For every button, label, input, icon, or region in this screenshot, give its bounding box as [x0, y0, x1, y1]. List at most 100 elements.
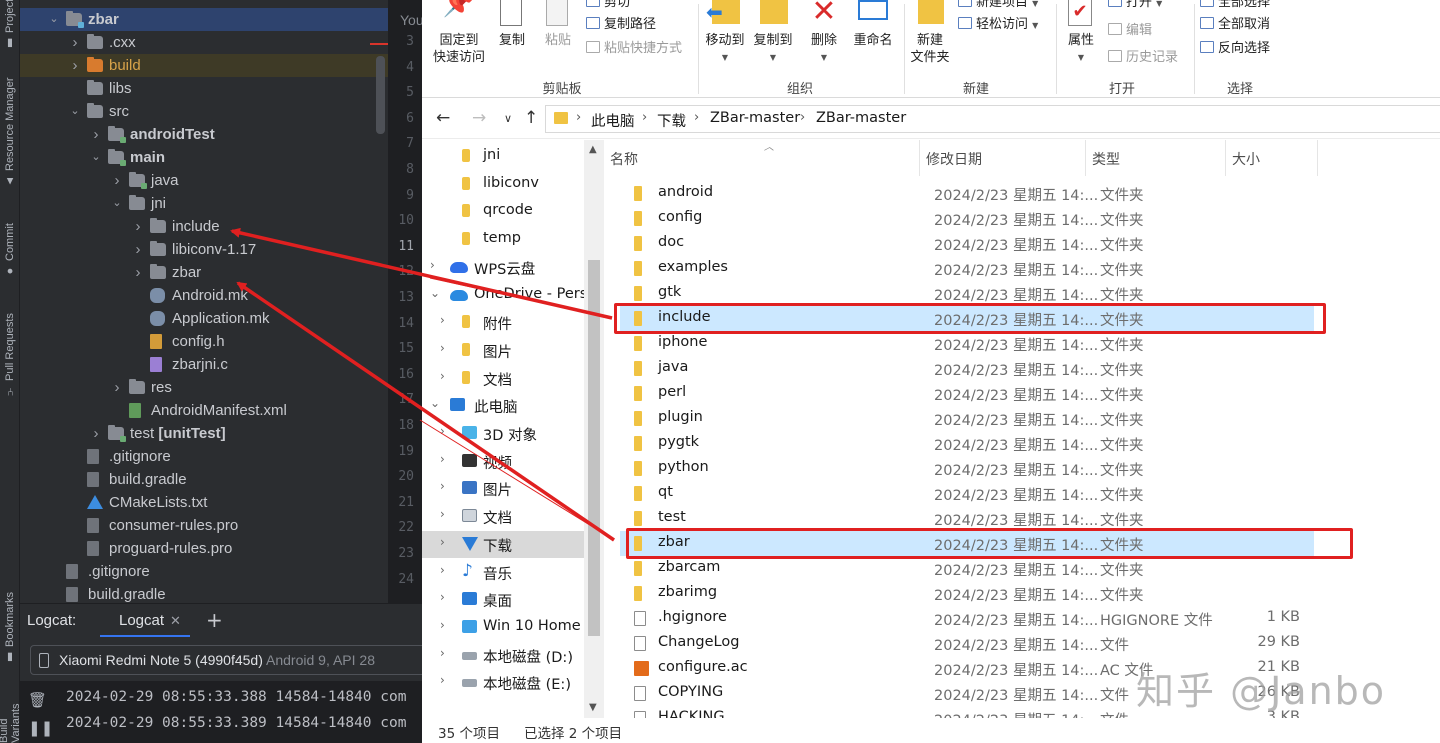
- tree-item[interactable]: zbarjni.c: [20, 353, 388, 376]
- file-row[interactable]: config 2024/2/23 星期五 14:... 文件夹: [620, 206, 1314, 231]
- chevron-right-icon[interactable]: ›: [440, 618, 445, 632]
- chevron-right-icon[interactable]: ›: [440, 535, 445, 549]
- navigation-pane[interactable]: › 本地磁盘 (E:) › 本地磁盘 (D:) › Win 10 Home C › 桌面 › ♪ 音…: [422, 140, 604, 718]
- delete-button[interactable]: ✕ 删除 ▼: [806, 0, 842, 66]
- chevron-down-icon[interactable]: ⌄: [111, 192, 123, 215]
- nav-item[interactable]: qrcode: [422, 198, 584, 225]
- nav-item[interactable]: ⌄ OneDrive - Perso: [422, 282, 596, 309]
- tree-item[interactable]: libs: [20, 77, 388, 100]
- history-button[interactable]: 历史记录: [1108, 49, 1178, 66]
- recent-chevron-down-icon[interactable]: ∨: [504, 112, 512, 125]
- tree-item[interactable]: › res: [20, 376, 388, 399]
- forward-arrow-icon[interactable]: →: [472, 108, 486, 128]
- paste-shortcut-button[interactable]: 粘贴快捷方式: [586, 40, 682, 57]
- column-header-size[interactable]: 大小: [1226, 140, 1318, 176]
- tree-item[interactable]: › androidTest: [20, 123, 388, 146]
- tree-item[interactable]: › zbar: [20, 261, 388, 284]
- back-arrow-icon[interactable]: ←: [436, 108, 450, 128]
- file-row[interactable]: java 2024/2/23 星期五 14:... 文件夹: [620, 356, 1314, 381]
- paste-button[interactable]: 粘贴: [540, 0, 576, 49]
- chevron-right-icon[interactable]: ›: [111, 376, 123, 399]
- chevron-right-icon[interactable]: ›: [90, 123, 102, 146]
- copy-path-button[interactable]: 复制路径: [586, 16, 656, 33]
- chevron-down-icon[interactable]: ⌄: [430, 286, 440, 300]
- scroll-up-icon[interactable]: ▲: [589, 144, 597, 155]
- tree-item[interactable]: ⌄ src: [20, 100, 388, 123]
- tree-item[interactable]: ⌄ main: [20, 146, 388, 169]
- breadcrumb-this-pc[interactable]: 此电脑: [591, 110, 635, 131]
- tree-item[interactable]: .gitignore: [20, 445, 388, 468]
- chevron-right-icon[interactable]: ›: [440, 452, 445, 466]
- nav-item[interactable]: › ♪ 音乐: [422, 559, 584, 586]
- tree-item[interactable]: › libiconv-1.17: [20, 238, 388, 261]
- chevron-down-icon[interactable]: ⌄: [430, 396, 440, 410]
- chevron-right-icon[interactable]: ›: [440, 563, 445, 577]
- chevron-right-icon[interactable]: ›: [132, 215, 144, 238]
- select-none-button[interactable]: 全部取消: [1200, 16, 1270, 33]
- tree-item[interactable]: AndroidManifest.xml: [20, 399, 388, 422]
- nav-item[interactable]: › 附件: [422, 309, 584, 336]
- tree-item[interactable]: › .cxx: [20, 31, 388, 54]
- edit-button[interactable]: 编辑: [1108, 22, 1152, 39]
- file-row[interactable]: pygtk 2024/2/23 星期五 14:... 文件夹: [620, 431, 1314, 456]
- nav-item[interactable]: ⌄ 此电脑: [422, 392, 584, 419]
- nav-item[interactable]: › 图片: [422, 337, 584, 364]
- chevron-right-icon[interactable]: ›: [90, 422, 102, 445]
- file-row[interactable]: iphone 2024/2/23 星期五 14:... 文件夹: [620, 331, 1314, 356]
- tree-item[interactable]: › include: [20, 215, 388, 238]
- add-tab-icon[interactable]: +: [206, 608, 223, 632]
- chevron-right-icon[interactable]: ›: [694, 110, 699, 125]
- pin-quick-access-button[interactable]: 📌 固定到 快速访问: [430, 0, 488, 66]
- tree-item[interactable]: Application.mk: [20, 307, 388, 330]
- column-header-name[interactable]: 名称 ︿: [604, 140, 920, 176]
- nav-item[interactable]: › 图片: [422, 475, 584, 502]
- file-row[interactable]: python 2024/2/23 星期五 14:... 文件夹: [620, 456, 1314, 481]
- nav-item[interactable]: › 本地磁盘 (D:): [422, 642, 584, 669]
- chevron-right-icon[interactable]: ›: [111, 169, 123, 192]
- file-row[interactable]: ChangeLog 2024/2/23 星期五 14:... 文件 29 KB: [620, 631, 1314, 656]
- chevron-right-icon[interactable]: ›: [642, 110, 647, 125]
- device-select[interactable]: Xiaomi Redmi Note 5 (4990f45d) Android 9…: [30, 645, 432, 675]
- navigation-scrollbar[interactable]: ▲ ▼: [584, 140, 604, 718]
- tool-tab-project[interactable]: ▮ Project: [0, 0, 20, 50]
- nav-item[interactable]: › Win 10 Home C: [422, 614, 595, 641]
- column-header-type[interactable]: 类型: [1086, 140, 1226, 176]
- nav-item[interactable]: › 本地磁盘 (E:): [422, 669, 584, 696]
- chevron-down-icon[interactable]: ⌄: [48, 8, 60, 31]
- chevron-down-icon[interactable]: ⌄: [69, 100, 81, 123]
- chevron-right-icon[interactable]: ›: [440, 479, 445, 493]
- chevron-right-icon[interactable]: ›: [69, 31, 81, 54]
- breadcrumb-downloads[interactable]: 下载: [657, 110, 686, 131]
- tree-item[interactable]: build.gradle: [20, 583, 388, 605]
- file-row[interactable]: doc 2024/2/23 星期五 14:... 文件夹: [620, 231, 1314, 256]
- open-button[interactable]: 打开 ▼: [1108, 0, 1162, 12]
- properties-button[interactable]: ✔ 属性 ▼: [1060, 0, 1102, 66]
- file-row[interactable]: plugin 2024/2/23 星期五 14:... 文件夹: [620, 406, 1314, 431]
- file-row[interactable]: perl 2024/2/23 星期五 14:... 文件夹: [620, 381, 1314, 406]
- tree-item[interactable]: build.gradle: [20, 468, 388, 491]
- new-item-button[interactable]: 新建项目 ▼: [958, 0, 1038, 12]
- chevron-right-icon[interactable]: ›: [576, 110, 581, 125]
- chevron-down-icon[interactable]: ⌄: [90, 146, 102, 169]
- editor-tab[interactable]: You: [400, 12, 424, 28]
- tool-tab-resource-manager[interactable]: ▲ Resource Manager: [0, 62, 20, 202]
- chevron-right-icon[interactable]: ›: [440, 313, 445, 327]
- close-icon[interactable]: ✕: [170, 613, 181, 629]
- file-row[interactable]: android 2024/2/23 星期五 14:... 文件夹: [620, 181, 1314, 206]
- file-row[interactable]: .hgignore 2024/2/23 星期五 14:... HGIGNORE 文件…: [620, 606, 1314, 631]
- up-arrow-icon[interactable]: ↑: [524, 108, 538, 128]
- nav-item[interactable]: libiconv: [422, 171, 584, 198]
- tree-item[interactable]: ⌄ jni: [20, 192, 388, 215]
- project-tree[interactable]: ⌄ zbar › .cxx › build libs ⌄ src › androidTest ⌄ mai…: [20, 8, 388, 605]
- nav-item[interactable]: temp: [422, 226, 584, 253]
- nav-item[interactable]: › 3D 对象: [422, 420, 584, 447]
- chevron-right-icon[interactable]: ›: [440, 507, 445, 521]
- breadcrumb-zbar-master[interactable]: ZBar-master: [710, 110, 800, 126]
- chevron-right-icon[interactable]: ›: [440, 424, 445, 438]
- tree-item[interactable]: Android.mk: [20, 284, 388, 307]
- new-folder-button[interactable]: 新建 文件夹: [908, 0, 952, 66]
- scroll-thumb[interactable]: [588, 260, 600, 636]
- nav-item[interactable]: › 视频: [422, 448, 584, 475]
- copy-to-button[interactable]: 复制到 ▼: [750, 0, 796, 66]
- logcat-tab[interactable]: Logcat ✕: [100, 604, 190, 637]
